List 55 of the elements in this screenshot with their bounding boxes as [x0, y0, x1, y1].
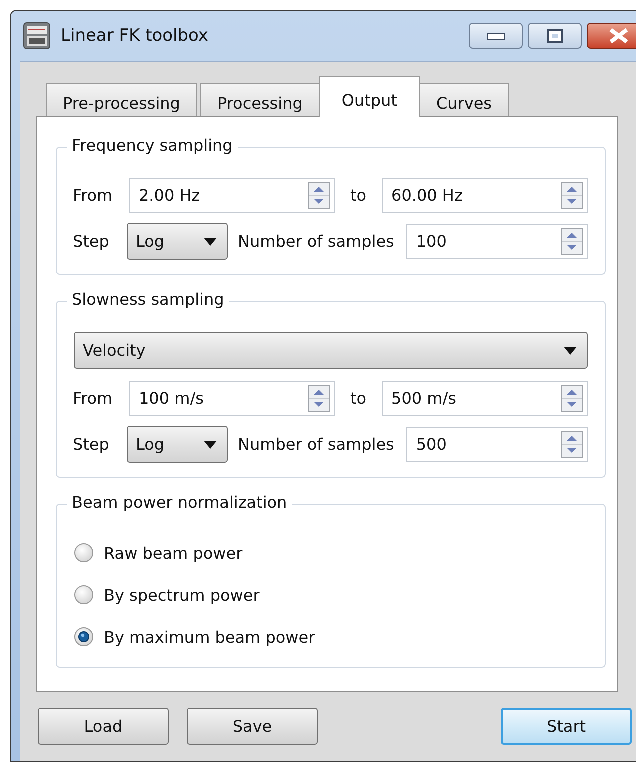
samples-label: Number of samples	[238, 232, 394, 251]
from-label: From	[73, 389, 114, 408]
spin-box-field[interactable]: 100 m/s	[129, 381, 336, 416]
spin-box-field[interactable]: 500 m/s	[382, 381, 588, 416]
to-label: to	[350, 186, 367, 205]
tab[interactable]: Pre-processing	[46, 83, 198, 116]
field-value: 60.00 Hz	[392, 186, 464, 205]
dropdown[interactable]: Log	[127, 426, 228, 463]
samples-label: Number of samples	[238, 435, 394, 454]
spinner-arrows-icon[interactable]	[308, 385, 330, 412]
dropdown[interactable]: Velocity	[74, 332, 588, 369]
group-title: Beam power normalization	[67, 493, 292, 512]
field-value: 2.00 Hz	[139, 186, 202, 205]
dropdown-caret-icon	[204, 238, 217, 246]
spinner-arrows-icon[interactable]	[561, 228, 583, 255]
step-label: Step	[73, 232, 110, 251]
field-value: 100 m/s	[139, 389, 205, 408]
push-button[interactable]: Save	[187, 708, 318, 745]
spin-box-field[interactable]: 60.00 Hz	[382, 178, 588, 213]
spinner-arrows-icon[interactable]	[561, 385, 583, 412]
group-title: Frequency sampling	[67, 136, 238, 155]
spinner-arrows-icon[interactable]	[561, 182, 583, 209]
radio-button[interactable]	[74, 543, 94, 563]
maximize-icon	[547, 29, 563, 43]
radio-label[interactable]: Raw beam power	[104, 544, 243, 562]
app-icon	[23, 22, 51, 50]
radio-button[interactable]	[74, 585, 94, 605]
spinner-arrows-icon[interactable]	[561, 431, 583, 458]
dropdown-caret-icon	[564, 346, 577, 354]
tab[interactable]: Output	[318, 76, 420, 117]
from-label: From	[73, 186, 114, 205]
to-label: to	[350, 389, 367, 408]
field-value: 500	[416, 435, 448, 454]
dropdown-caret-icon	[204, 440, 217, 448]
field-value: 500 m/s	[392, 389, 458, 408]
push-button[interactable]: Load	[38, 708, 169, 745]
step-label: Step	[73, 435, 110, 454]
radio-label[interactable]: By maximum beam power	[104, 628, 316, 646]
spin-box-field[interactable]: 500	[406, 427, 588, 462]
push-button[interactable]: Start	[501, 708, 632, 745]
group-title: Slowness sampling	[67, 290, 230, 309]
radio-label[interactable]: By spectrum power	[104, 586, 260, 604]
minimize-button[interactable]	[469, 23, 523, 49]
close-icon	[608, 28, 630, 44]
tab[interactable]: Curves	[419, 83, 509, 116]
maximize-button[interactable]	[528, 23, 582, 49]
window-title: Linear FK toolbox	[61, 26, 210, 46]
spin-box-field[interactable]: 2.00 Hz	[129, 178, 336, 213]
minimize-icon	[487, 32, 505, 40]
spinner-arrows-icon[interactable]	[308, 182, 330, 209]
field-value: 100	[416, 232, 448, 251]
radio-button[interactable]	[74, 627, 94, 647]
spin-box-field[interactable]: 100	[406, 224, 588, 259]
tab[interactable]: Processing	[200, 83, 320, 116]
dropdown[interactable]: Log	[127, 223, 228, 260]
